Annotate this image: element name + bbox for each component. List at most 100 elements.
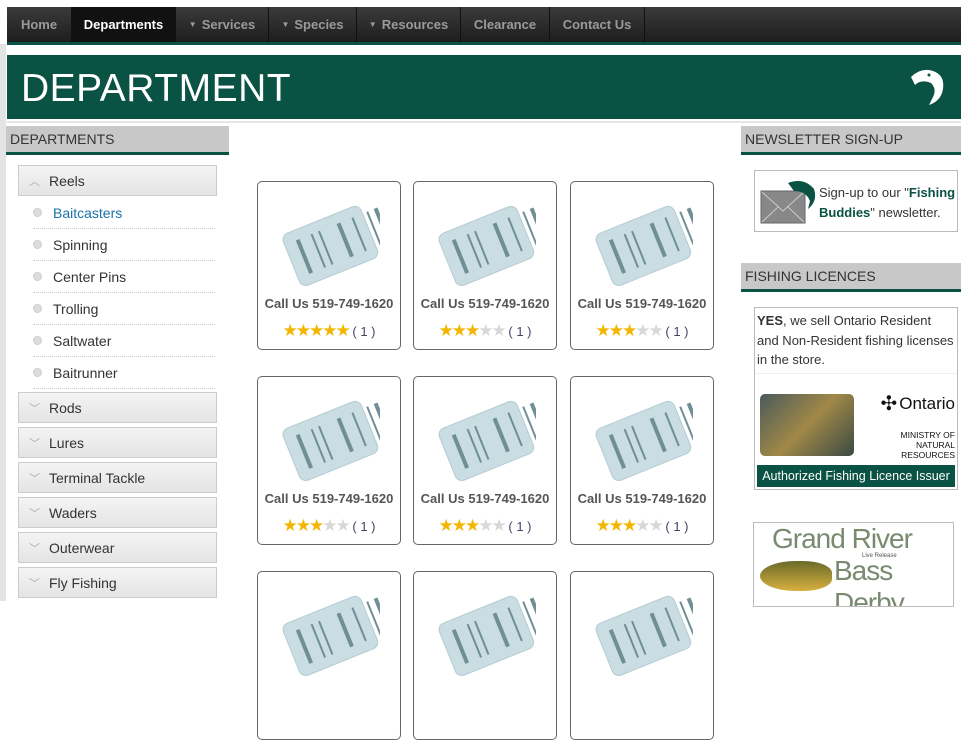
product-label[interactable]: Call Us 519-749-1620 bbox=[258, 491, 400, 506]
barcode-icon bbox=[595, 595, 693, 677]
product-card[interactable]: Call Us 519-749-1620 ★★★★★ ( 1 ) bbox=[570, 376, 714, 545]
subcategory-item[interactable]: Baitcasters bbox=[33, 197, 215, 229]
ontario-logo: Ontario bbox=[899, 393, 955, 413]
star-icon: ★ bbox=[491, 516, 507, 535]
nav-contact-us[interactable]: Contact Us bbox=[550, 7, 645, 42]
chevron-down-icon: ﹀ bbox=[29, 402, 40, 415]
product-label[interactable]: Call Us 519-749-1620 bbox=[414, 296, 556, 311]
subcategory-label: Center Pins bbox=[53, 268, 127, 285]
newsletter-signup[interactable]: Sign-up to our "Fishing Buddies" newslet… bbox=[754, 170, 958, 232]
product-rating: ★★★★★ ( 1 ) bbox=[571, 321, 713, 341]
star-icon: ★ bbox=[309, 516, 324, 535]
product-card[interactable]: Call Us 519-749-1620 ★★★★★ ( 1 ) bbox=[413, 181, 557, 350]
product-card[interactable]: Call Us 519-749-1620 ★★★★★ ( 1 ) bbox=[257, 376, 401, 545]
nav-species[interactable]: ▼ Species bbox=[269, 7, 357, 42]
product-card[interactable] bbox=[570, 571, 714, 740]
product-card[interactable]: Call Us 519-749-1620 ★★★★★ ( 1 ) bbox=[570, 181, 714, 350]
category-label: Outerwear bbox=[49, 539, 115, 556]
review-count[interactable]: ( 1 ) bbox=[508, 324, 531, 339]
star-icon: ★ bbox=[491, 321, 507, 340]
subcategory-label: Trolling bbox=[53, 300, 99, 317]
star-icon: ★ bbox=[309, 321, 324, 340]
subcategory-item[interactable]: Spinning bbox=[33, 229, 215, 261]
main-nav: Home Departments ▼ Services ▼ Species ▼ Resourc… bbox=[7, 7, 961, 45]
product-card[interactable]: Call Us 519-749-1620 ★★★★★ ( 1 ) bbox=[257, 181, 401, 350]
review-count[interactable]: ( 1 ) bbox=[352, 324, 375, 339]
category-item[interactable]: ﹀ Terminal Tackle bbox=[18, 462, 217, 493]
star-icon: ★ bbox=[335, 321, 351, 340]
review-count[interactable]: ( 1 ) bbox=[508, 519, 531, 534]
star-icon: ★ bbox=[282, 516, 298, 535]
star-icon: ★ bbox=[465, 516, 480, 535]
radio-icon bbox=[33, 272, 42, 281]
product-label[interactable]: Call Us 519-749-1620 bbox=[414, 491, 556, 506]
star-icon: ★ bbox=[438, 516, 454, 535]
dropdown-caret-icon: ▼ bbox=[281, 20, 290, 29]
review-count[interactable]: ( 1 ) bbox=[352, 519, 375, 534]
category-reels[interactable]: ︿ Reels bbox=[18, 165, 217, 196]
nav-label: Departments bbox=[83, 17, 164, 32]
derby-line1: Grand River bbox=[772, 523, 913, 554]
star-icon: ★ bbox=[451, 516, 467, 535]
nav-resources[interactable]: ▼ Resources bbox=[357, 7, 461, 42]
subcategory-item[interactable]: Center Pins bbox=[33, 261, 215, 293]
product-rating: ★★★★★ ( 1 ) bbox=[258, 516, 400, 536]
bass-fish-image bbox=[760, 561, 832, 591]
product-card[interactable]: Call Us 519-749-1620 ★★★★★ ( 1 ) bbox=[413, 376, 557, 545]
nav-label: Services bbox=[201, 17, 256, 32]
product-label[interactable]: Call Us 519-749-1620 bbox=[571, 491, 713, 506]
trillium-icon: ✣ bbox=[880, 393, 898, 415]
category-item[interactable]: ﹀ Waders bbox=[18, 497, 217, 528]
nav-departments[interactable]: Departments bbox=[72, 7, 176, 42]
product-card[interactable] bbox=[257, 571, 401, 740]
category-label: Terminal Tackle bbox=[49, 469, 146, 486]
review-count[interactable]: ( 1 ) bbox=[665, 324, 688, 339]
subcategory-label: Baitrunner bbox=[53, 364, 118, 381]
review-count[interactable]: ( 1 ) bbox=[665, 519, 688, 534]
bass-derby-ad[interactable]: Grand River Live Release Bass Derby bbox=[753, 522, 954, 607]
nav-clearance[interactable]: Clearance bbox=[461, 7, 550, 42]
category-label: Fly Fishing bbox=[49, 574, 117, 591]
nav-home[interactable]: Home bbox=[7, 7, 72, 42]
subcategory-label: Saltwater bbox=[53, 332, 112, 349]
star-icon: ★ bbox=[648, 516, 664, 535]
star-icon: ★ bbox=[635, 321, 650, 340]
nav-label: Resources bbox=[381, 17, 449, 32]
ministry-line2: NATURAL RESOURCES bbox=[901, 440, 955, 460]
category-label: Reels bbox=[49, 172, 85, 189]
star-icon: ★ bbox=[608, 516, 624, 535]
category-label: Waders bbox=[49, 504, 97, 521]
newsletter-text-post: " newsletter. bbox=[870, 205, 941, 220]
chevron-down-icon: ﹀ bbox=[29, 507, 40, 520]
subcategory-item[interactable]: Baitrunner bbox=[33, 357, 215, 389]
category-item[interactable]: ﹀ Lures bbox=[18, 427, 217, 458]
subcategory-item[interactable]: Saltwater bbox=[33, 325, 215, 357]
star-icon: ★ bbox=[595, 516, 611, 535]
page-title: DEPARTMENT bbox=[21, 67, 292, 110]
category-item[interactable]: ﹀ Rods bbox=[18, 392, 217, 423]
barcode-icon bbox=[438, 400, 536, 482]
nav-services[interactable]: ▼ Services bbox=[176, 7, 269, 42]
subcategory-item[interactable]: Trolling bbox=[33, 293, 215, 325]
nav-label: Contact Us bbox=[562, 17, 632, 32]
star-icon: ★ bbox=[282, 321, 298, 340]
product-rating: ★★★★★ ( 1 ) bbox=[414, 321, 556, 341]
star-icon: ★ bbox=[322, 321, 337, 340]
licences-yes: YES bbox=[757, 313, 784, 328]
star-icon: ★ bbox=[478, 516, 493, 535]
star-icon: ★ bbox=[635, 516, 650, 535]
category-label: Rods bbox=[49, 399, 82, 416]
product-card[interactable] bbox=[413, 571, 557, 740]
barcode-icon bbox=[282, 400, 380, 482]
product-label[interactable]: Call Us 519-749-1620 bbox=[258, 296, 400, 311]
page-banner: DEPARTMENT bbox=[7, 55, 961, 119]
ministry-line1: MINISTRY OF bbox=[900, 430, 955, 440]
star-icon: ★ bbox=[322, 516, 337, 535]
nav-label: Clearance bbox=[473, 17, 537, 32]
product-label[interactable]: Call Us 519-749-1620 bbox=[571, 296, 713, 311]
nav-label: Home bbox=[20, 17, 58, 32]
licence-issuer-banner: Authorized Fishing Licence Issuer bbox=[757, 465, 955, 487]
category-item[interactable]: ﹀ Fly Fishing bbox=[18, 567, 217, 598]
barcode-icon bbox=[438, 595, 536, 677]
category-item[interactable]: ﹀ Outerwear bbox=[18, 532, 217, 563]
